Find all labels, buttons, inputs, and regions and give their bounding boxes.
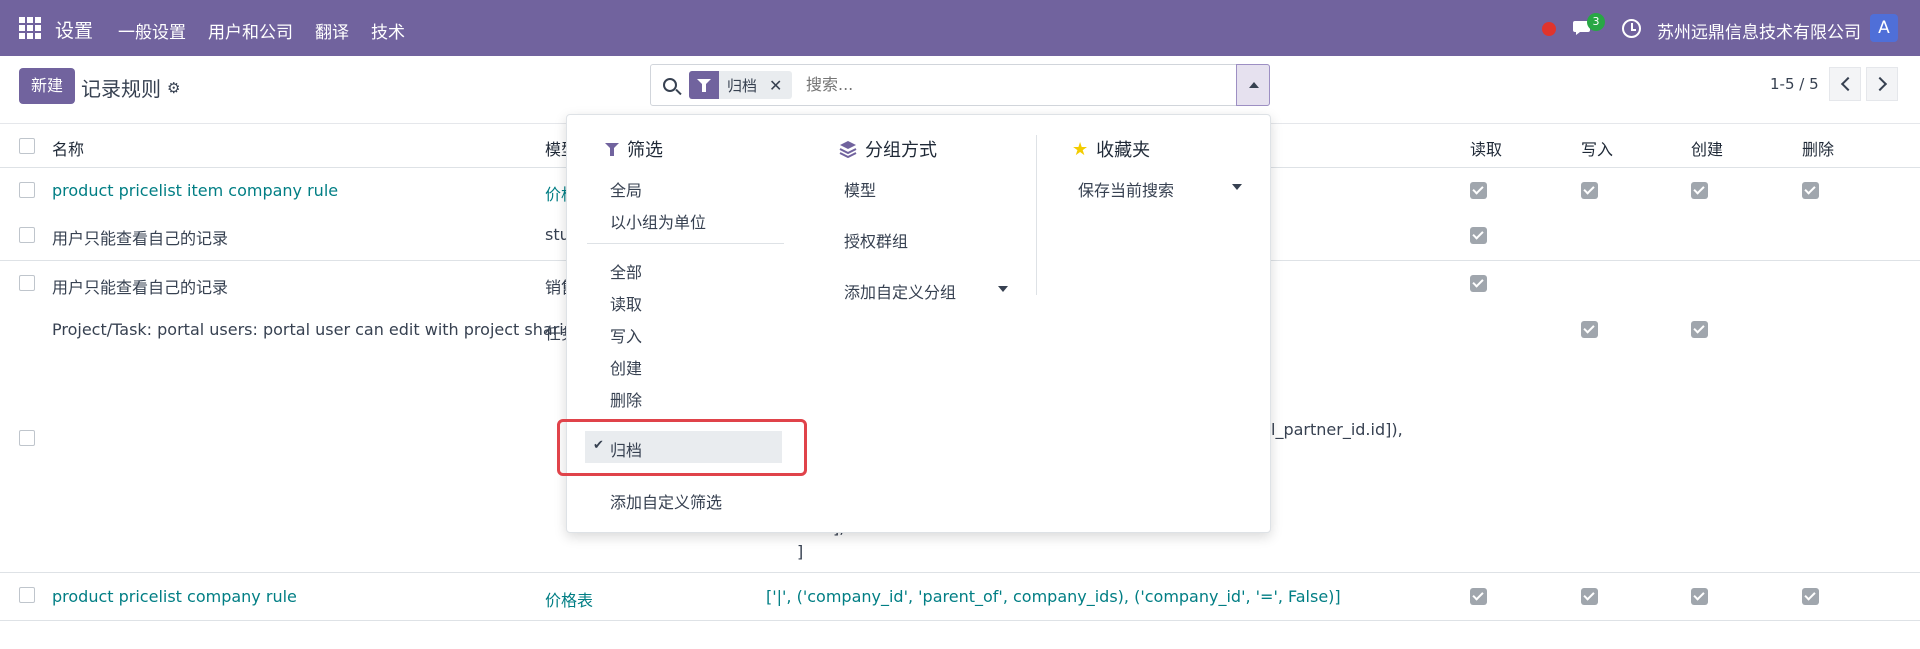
page-title: 记录规则 <box>81 77 161 101</box>
row-checkbox[interactable] <box>19 587 35 603</box>
chevron-down-icon[interactable] <box>998 286 1008 292</box>
row-checkbox[interactable] <box>19 275 35 291</box>
filter-read[interactable]: 读取 <box>610 291 642 315</box>
filter-global[interactable]: 全局 <box>610 177 642 201</box>
rule-domain: ] <box>797 542 804 561</box>
status-indicator[interactable] <box>1542 22 1556 36</box>
chevron-down-icon[interactable] <box>1232 184 1242 190</box>
apps-menu-icon[interactable] <box>19 17 41 39</box>
create-checkbox <box>1691 588 1708 605</box>
divider <box>587 243 784 244</box>
favorites-header: ★ 收藏夹 <box>1072 136 1150 162</box>
column-header-write[interactable]: 写入 <box>1581 136 1613 160</box>
avatar[interactable]: A <box>1870 14 1898 42</box>
filter-delete[interactable]: 删除 <box>610 387 642 411</box>
column-header-delete[interactable]: 删除 <box>1802 136 1834 160</box>
facet-remove-icon[interactable]: ✕ <box>765 76 792 95</box>
gear-icon[interactable]: ⚙ <box>167 79 180 97</box>
pager-next-button[interactable] <box>1866 67 1898 101</box>
filter-all[interactable]: 全部 <box>610 259 642 283</box>
group-by-title: 分组方式 <box>865 140 937 161</box>
chat-badge: 3 <box>1587 13 1605 31</box>
search-options-toggle[interactable] <box>1236 64 1270 106</box>
column-header-read[interactable]: 读取 <box>1470 136 1502 160</box>
row-checkbox[interactable] <box>19 227 35 243</box>
write-checkbox <box>1581 182 1598 199</box>
favorites-title: 收藏夹 <box>1096 140 1151 161</box>
divider <box>1036 135 1037 295</box>
delete-checkbox <box>1802 182 1819 199</box>
filter-by-group[interactable]: 以小组为单位 <box>610 209 706 233</box>
rule-name[interactable]: 用户只能查看自己的记录 <box>52 225 228 249</box>
layers-icon <box>839 141 857 158</box>
create-checkbox <box>1691 321 1708 338</box>
row-checkbox[interactable] <box>19 182 35 198</box>
rule-name[interactable]: product pricelist item company rule <box>52 181 338 200</box>
filters-title: 筛选 <box>627 140 663 161</box>
pager-previous-button[interactable] <box>1829 67 1861 101</box>
clock-icon[interactable] <box>1622 19 1641 38</box>
facet-label: 归档 <box>727 76 758 95</box>
search-input[interactable] <box>806 75 1186 94</box>
group-by-header: 分组方式 <box>839 136 937 162</box>
search-bar[interactable]: 归档 ✕ <box>650 64 1270 106</box>
menu-item-technical[interactable]: 技术 <box>371 18 405 43</box>
search-facet-archived: 归档 ✕ <box>689 71 793 99</box>
menu-item-translations[interactable]: 翻译 <box>315 18 349 43</box>
save-current-search[interactable]: 保存当前搜索 <box>1078 177 1174 201</box>
read-checkbox <box>1470 275 1487 292</box>
rule-name[interactable]: Project/Task: portal users: portal user … <box>52 320 589 339</box>
rule-name[interactable]: 用户只能查看自己的记录 <box>52 274 228 298</box>
breadcrumb: 记录规则 ⚙ <box>81 73 180 102</box>
highlight-box <box>557 419 807 476</box>
delete-checkbox <box>1802 588 1819 605</box>
write-checkbox <box>1581 321 1598 338</box>
group-by-group[interactable]: 授权群组 <box>844 228 908 252</box>
rule-name[interactable]: product pricelist company rule <box>52 587 297 606</box>
filter-write[interactable]: 写入 <box>610 323 642 347</box>
rule-model[interactable]: 价格表 <box>545 587 593 611</box>
select-all-checkbox[interactable] <box>19 138 35 154</box>
column-header-create[interactable]: 创建 <box>1691 136 1723 160</box>
filters-header: 筛选 <box>605 136 663 162</box>
filter-icon <box>605 142 619 156</box>
pager-value[interactable]: 1-5 / 5 <box>1770 75 1819 93</box>
star-icon: ★ <box>1072 138 1089 160</box>
read-checkbox <box>1470 182 1487 199</box>
add-custom-group[interactable]: 添加自定义分组 <box>844 279 956 303</box>
write-checkbox <box>1581 588 1598 605</box>
chevron-left-icon <box>1840 76 1856 92</box>
rule-domain: l_partner_id.id]), <box>1271 420 1403 439</box>
company-switcher[interactable]: 苏州远鼎信息技术有限公司 <box>1657 18 1861 43</box>
menu-item-general-settings[interactable]: 一般设置 <box>118 18 186 43</box>
chevron-right-icon <box>1872 76 1888 92</box>
read-checkbox <box>1470 227 1487 244</box>
filter-create[interactable]: 创建 <box>610 355 642 379</box>
top-navbar: 设置 一般设置 用户和公司 翻译 技术 3 苏州远鼎信息技术有限公司 A <box>0 0 1920 56</box>
main-menu: 一般设置 用户和公司 翻译 技术 <box>118 18 405 43</box>
search-icon <box>663 78 677 92</box>
table-row[interactable]: product pricelist company rule 价格表 ['|',… <box>0 573 1920 621</box>
app-brand[interactable]: 设置 <box>55 16 93 43</box>
read-checkbox <box>1470 588 1487 605</box>
add-custom-filter[interactable]: 添加自定义筛选 <box>610 489 722 513</box>
create-checkbox <box>1691 182 1708 199</box>
group-by-model[interactable]: 模型 <box>844 177 876 201</box>
new-button[interactable]: 新建 <box>19 68 75 104</box>
rule-domain: ['|', ('company_id', 'parent_of', compan… <box>766 587 1341 606</box>
column-header-name[interactable]: 名称 <box>52 136 84 160</box>
menu-item-users-companies[interactable]: 用户和公司 <box>208 18 293 43</box>
row-checkbox[interactable] <box>19 430 35 446</box>
filter-icon <box>689 71 719 99</box>
